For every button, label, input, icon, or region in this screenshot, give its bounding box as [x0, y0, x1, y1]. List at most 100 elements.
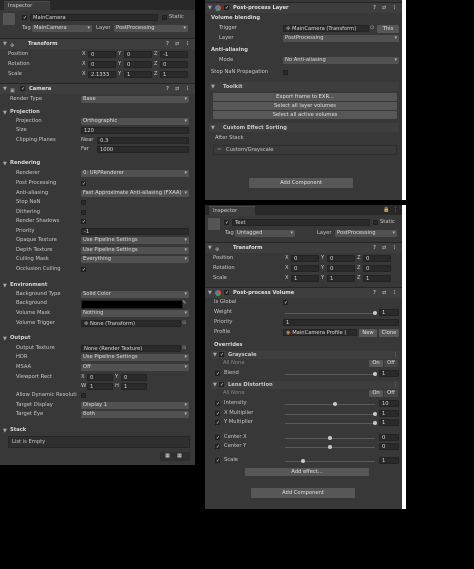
background-color-swatch[interactable] [81, 300, 183, 309]
select-all-active-volumes-button[interactable]: Select all active volumes [213, 111, 397, 119]
opaque-dropdown[interactable]: Use Pipeline Settings [81, 237, 189, 244]
layer-dropdown[interactable]: PostProcessing [114, 25, 188, 32]
position-x-field[interactable]: 0 [88, 51, 116, 58]
preset-icon[interactable]: ⇄ [382, 3, 386, 13]
position-z-field[interactable]: -1 [160, 51, 188, 58]
active-checkbox[interactable]: ✓ [224, 220, 229, 226]
menu-icon[interactable]: ⋮ [392, 3, 397, 13]
rotation-y-field[interactable]: 0 [124, 61, 152, 68]
camera-header[interactable]: ▼ ▣ ✓ Camera ? ⇄ ⋮ [0, 83, 195, 94]
ymul-field[interactable]: 1 [379, 419, 399, 426]
bgtype-dropdown[interactable]: Solid Color [81, 291, 189, 298]
ymul-override-checkbox[interactable]: ✓ [215, 420, 220, 426]
layer-dropdown[interactable]: PostProcessing [335, 230, 397, 237]
xmul-slider-knob[interactable] [373, 412, 377, 416]
foldout-arrow-icon[interactable]: ▼ [3, 110, 7, 116]
viewport-w-field[interactable]: 1 [87, 383, 113, 390]
blend-field[interactable]: 1 [379, 370, 399, 377]
xmul-field[interactable]: 1 [379, 410, 399, 417]
transform-header[interactable]: ▼ ✥ Transform ? ⇄ ⋮ [205, 242, 402, 253]
help-icon[interactable]: ? [373, 243, 376, 253]
scale-override-checkbox[interactable]: ✓ [215, 458, 220, 464]
intensity-field[interactable]: 10 [379, 400, 399, 407]
object-name-field[interactable]: MainCamera [30, 14, 158, 21]
menu-icon[interactable]: ⋮ [392, 243, 397, 253]
toggle-checkbox[interactable]: ✓ [81, 181, 86, 187]
intensity-slider-knob[interactable] [332, 402, 337, 406]
trigger-field[interactable]: ✥ MainCamera (Transform) [283, 25, 369, 32]
blend-slider-knob[interactable] [373, 372, 377, 376]
lens-on-button[interactable]: On [369, 390, 383, 397]
preset-icon[interactable]: ⇄ [175, 39, 179, 49]
profile-field[interactable]: ◉ MainCamera Profile ( [283, 329, 357, 336]
teye-dropdown[interactable]: Both [81, 411, 189, 418]
weight-field[interactable]: 1 [379, 309, 399, 316]
blend-slider-track[interactable] [285, 374, 375, 375]
menu-icon[interactable]: ⋮ [393, 207, 398, 213]
help-icon[interactable]: ? [166, 39, 169, 49]
cx-field[interactable]: 0 [379, 434, 399, 441]
eyedropper-icon[interactable]: ✎ [182, 300, 186, 306]
depth-dropdown[interactable]: Use Pipeline Settings [81, 247, 189, 254]
camera-enabled-checkbox[interactable]: ✓ [20, 86, 25, 92]
new-profile-button[interactable]: New [359, 329, 377, 337]
cy-field[interactable]: 0 [379, 443, 399, 450]
position-z-field[interactable]: 0 [363, 255, 391, 262]
weight-slider-track[interactable] [285, 313, 375, 314]
mode-dropdown[interactable]: No Anti-aliasing [283, 57, 399, 64]
xmul-slider-track[interactable] [285, 414, 375, 415]
toggle-checkbox[interactable] [81, 210, 86, 215]
menu-icon[interactable]: ⋮ [185, 84, 190, 94]
toggle-checkbox[interactable]: ✓ [81, 267, 86, 273]
intensity-override-checkbox[interactable]: ✓ [215, 401, 220, 407]
foldout-arrow-icon[interactable]: ▼ [3, 428, 7, 434]
export-frame-button[interactable]: Export frame to EXR... [213, 93, 397, 101]
grayscale-effect-header[interactable]: ▼ ✓ Grayscale ⋮ [211, 351, 399, 359]
position-y-field[interactable]: 0 [327, 255, 355, 262]
cy-slider-knob[interactable] [328, 445, 332, 449]
scale-slider-knob[interactable] [301, 459, 305, 463]
rotation-x-field[interactable]: 0 [88, 61, 116, 68]
intensity-slider-track[interactable] [285, 404, 375, 405]
help-icon[interactable]: ? [166, 84, 169, 94]
rotation-z-field[interactable]: 0 [160, 61, 188, 68]
position-y-field[interactable]: 0 [124, 51, 152, 58]
blend-override-checkbox[interactable]: ✓ [215, 371, 220, 377]
foldout-arrow-icon[interactable]: ▼ [3, 283, 7, 289]
menu-icon[interactable]: ⋮ [393, 382, 398, 388]
stop-nan-checkbox[interactable] [283, 70, 288, 75]
lock-icon[interactable]: 🔒 [383, 207, 389, 213]
select-all-layer-volumes-button[interactable]: Select all layer volumes [213, 102, 397, 110]
add-component-button[interactable]: Add Component [251, 488, 355, 498]
object-name-field[interactable]: Text [232, 219, 370, 226]
stack-add-icon[interactable]: ▦ [165, 453, 170, 459]
active-checkbox[interactable]: ✓ [22, 15, 27, 21]
none-toggle[interactable]: None [231, 360, 245, 366]
toggle-checkbox[interactable] [81, 200, 86, 205]
all-toggle[interactable]: All [223, 390, 229, 396]
viewport-x-field[interactable]: 0 [87, 374, 113, 381]
preset-icon[interactable]: ⇄ [382, 243, 386, 253]
this-button[interactable]: This [377, 25, 399, 33]
output-texture-field[interactable]: None (Render Texture) [81, 345, 181, 352]
lens-distortion-enabled-checkbox[interactable]: ✓ [219, 382, 224, 388]
is-global-checkbox[interactable]: ✓ [283, 300, 288, 306]
msaa-dropdown[interactable]: Off [81, 364, 189, 371]
toggle-checkbox[interactable] [81, 393, 86, 398]
grayscale-enabled-checkbox[interactable]: ✓ [219, 352, 224, 358]
menu-icon[interactable]: ⋮ [185, 39, 190, 49]
viewport-h-field[interactable]: 1 [121, 383, 147, 390]
help-icon[interactable]: ? [373, 3, 376, 13]
none-toggle[interactable]: None [231, 390, 245, 396]
post-process-layer-header[interactable]: ▼ ✓ Post-process Layer ? ⇄ ⋮ [205, 2, 402, 13]
clone-profile-button[interactable]: Clone [379, 329, 399, 337]
effect-list-item[interactable]: = Custom/Grayscale [213, 145, 397, 155]
stack-remove-icon[interactable]: ▦ [177, 453, 182, 459]
menu-icon[interactable]: ⋮ [392, 288, 397, 298]
lens-off-button[interactable]: Off [384, 390, 398, 397]
scale-y-field[interactable]: 1 [124, 71, 152, 78]
culling-dropdown[interactable]: Everything [81, 256, 189, 263]
priority-field[interactable]: 1 [283, 319, 399, 326]
volume-enabled-checkbox[interactable]: ✓ [224, 290, 229, 296]
tdisplay-dropdown[interactable]: Display 1 [81, 402, 189, 409]
